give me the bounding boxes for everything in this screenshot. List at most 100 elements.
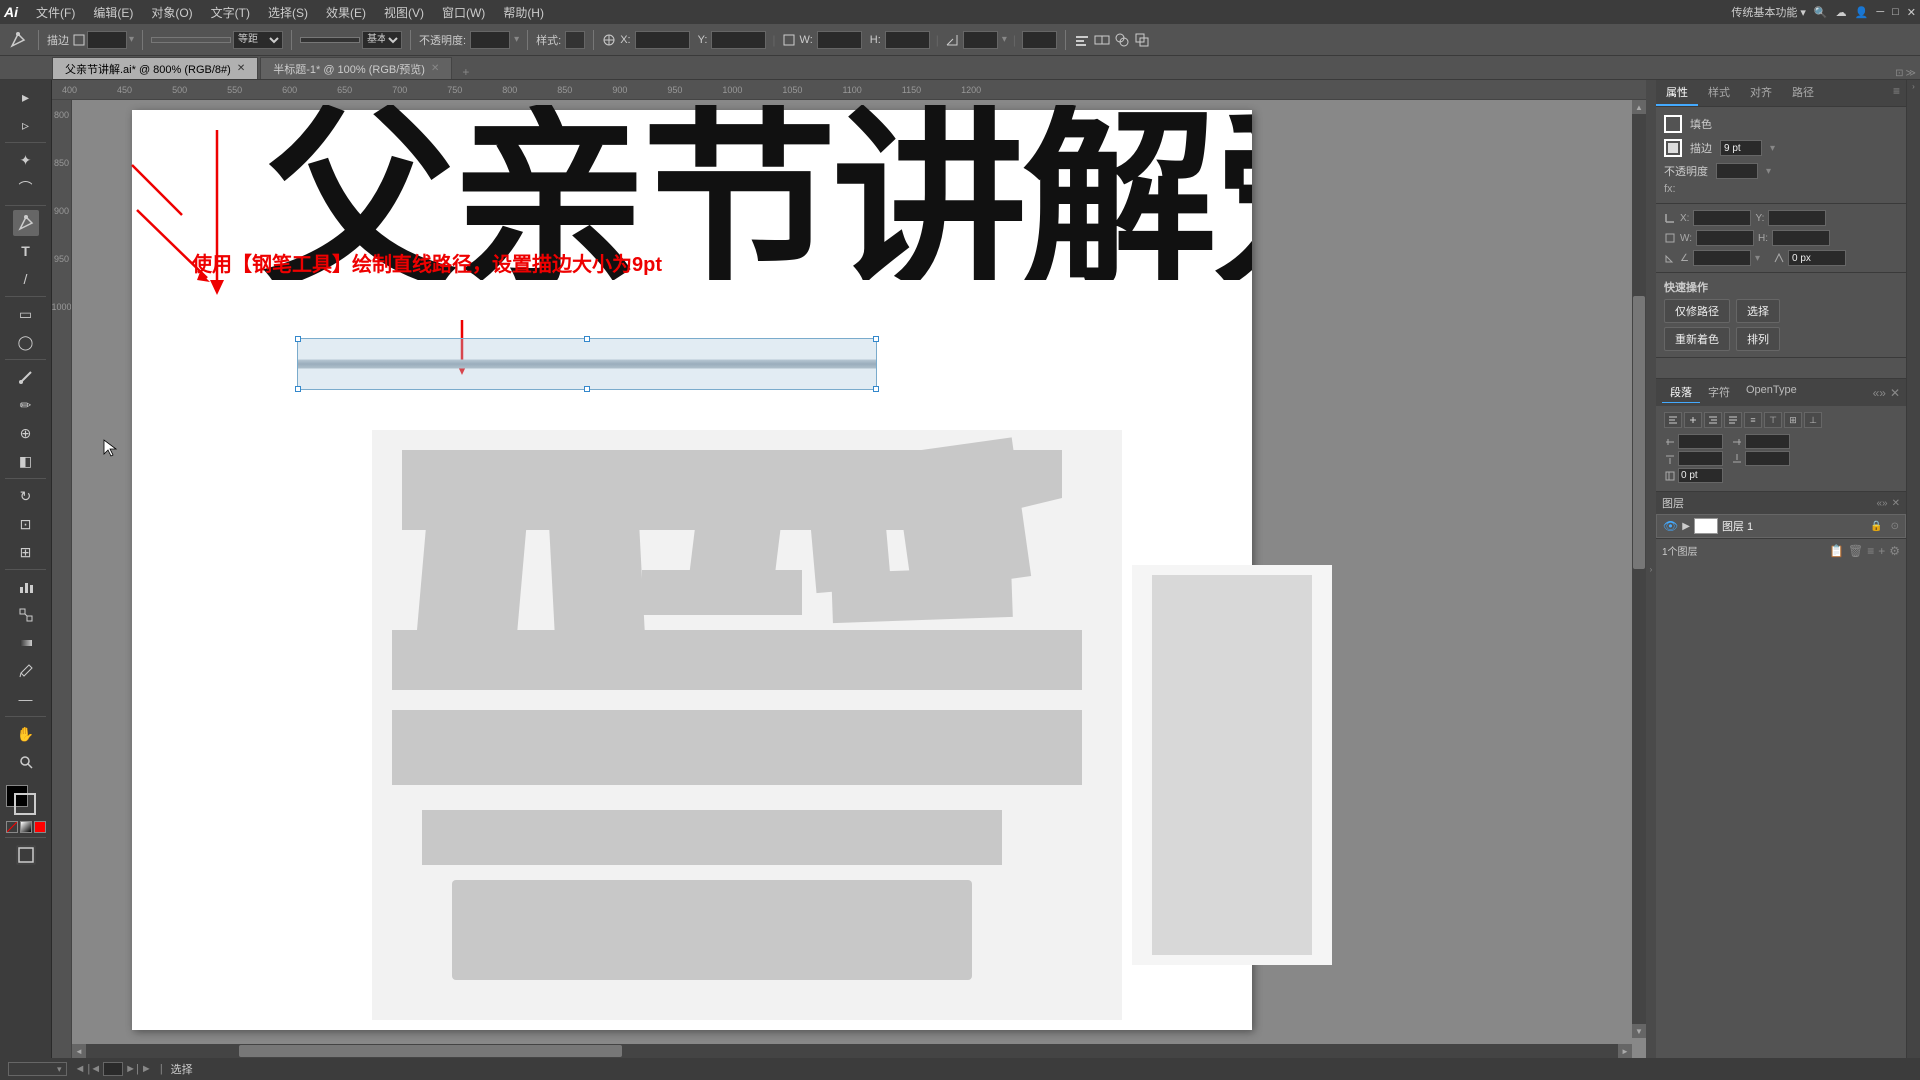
tool-ellipse[interactable]: ◯ [13, 329, 39, 355]
tool-rotate[interactable]: ↻ [13, 483, 39, 509]
far-right-collapse[interactable]: › [1912, 82, 1915, 91]
tool-direct-select[interactable]: ▹ [13, 112, 39, 138]
scroll-down-btn[interactable]: ▼ [1632, 1024, 1646, 1038]
handle-tl[interactable] [295, 336, 301, 342]
tool-brush[interactable] [13, 364, 39, 390]
layer-row[interactable]: 👁 ▶ 图层 1 🔒 ⊙ [1656, 514, 1906, 538]
tool-gradient[interactable] [13, 630, 39, 656]
tab-info[interactable]: 路径 [1782, 80, 1824, 106]
select-btn[interactable]: 选择 [1736, 299, 1780, 323]
tool-rect[interactable]: ▭ [13, 301, 39, 327]
x-coord-input[interactable]: 469.928 [1693, 210, 1751, 226]
character-tab[interactable]: 字符 [1700, 382, 1738, 403]
scroll-up-btn[interactable]: ▲ [1632, 100, 1646, 114]
panel-menu-btn[interactable]: ≡ [1887, 80, 1906, 106]
fill-indicator[interactable] [1664, 115, 1682, 133]
red-swatch[interactable] [34, 821, 46, 833]
angle-input[interactable]: 0° [963, 31, 998, 49]
page-prev-btn[interactable]: ◄ [75, 1063, 86, 1075]
x-input[interactable]: 469.928 [635, 31, 690, 49]
zoom-input[interactable]: 800% [13, 1063, 53, 1075]
tool-eyedropper[interactable] [13, 658, 39, 684]
tool-selection[interactable]: ▸ [13, 84, 39, 110]
h-input[interactable]: 0 px [885, 31, 930, 49]
align-center[interactable] [1684, 412, 1702, 428]
tool-magic-wand[interactable]: ✦ [13, 147, 39, 173]
shear-input[interactable]: 0 px [1022, 31, 1057, 49]
tab-opacity[interactable]: 对齐 [1740, 80, 1782, 106]
layer-triangle-icon[interactable]: ▶ [1682, 521, 1690, 532]
handle-bc[interactable] [584, 386, 590, 392]
layer-menu-btn[interactable]: ≡ [1867, 544, 1874, 558]
scrollbar-vertical[interactable]: ▲ ▼ [1632, 100, 1646, 1038]
tab-main[interactable]: 父亲节讲解.ai* @ 800% (RGB/8#) ✕ [52, 57, 258, 79]
style-picker[interactable] [565, 31, 585, 49]
align-justify[interactable] [1724, 412, 1742, 428]
menu-file[interactable]: 文件(F) [28, 4, 83, 21]
opentype-tab[interactable]: OpenType [1738, 382, 1805, 403]
delete-layer-btn[interactable]: 🗑 [1848, 544, 1863, 558]
tool-line[interactable]: / [13, 266, 39, 292]
angle-coord-input[interactable]: 0° [1693, 250, 1751, 266]
add-layer-btn[interactable]: 📋 [1829, 544, 1844, 558]
path-only-btn[interactable]: 仅修路径 [1664, 299, 1730, 323]
stroke-pt-input[interactable] [1720, 140, 1762, 156]
stroke-color-swatch[interactable] [14, 793, 36, 815]
scroll-left-btn[interactable]: ◄ [72, 1044, 86, 1058]
panel-expand[interactable]: ≫ [1906, 68, 1916, 79]
layer-settings[interactable]: ⚙ [1889, 544, 1900, 558]
indent-left-input[interactable]: 0 pt [1678, 434, 1723, 449]
scroll-right-btn[interactable]: ► [1618, 1044, 1632, 1058]
menu-object[interactable]: 对象(O) [143, 4, 200, 21]
menu-select[interactable]: 选择(S) [260, 4, 316, 21]
page-last-btn[interactable]: ►| [125, 1063, 139, 1075]
layer-lock-icon[interactable]: 🔒 [1870, 521, 1882, 532]
menu-type[interactable]: 文字(T) [203, 4, 258, 21]
stroke-size-input[interactable]: 9 pt [87, 31, 127, 49]
tool-zoom[interactable] [13, 749, 39, 775]
tool-eraser[interactable]: ◧ [13, 448, 39, 474]
canvas-area[interactable]: 4004505005506006507007508008509009501000… [52, 80, 1646, 1058]
shear-coord-input[interactable] [1788, 250, 1846, 266]
opacity-section-input[interactable]: 100% [1716, 163, 1758, 179]
stroke-indicator[interactable] [1664, 139, 1682, 157]
tool-measure[interactable]: — [13, 686, 39, 712]
search-icon[interactable]: 🔍 [1814, 6, 1828, 19]
layers-close-btn[interactable]: ✕ [1892, 498, 1900, 509]
page-next-btn[interactable]: ► [141, 1063, 152, 1075]
tab-main-close[interactable]: ✕ [237, 63, 245, 74]
scrollbar-horizontal[interactable]: ◄ ► [72, 1044, 1632, 1058]
align-middle[interactable]: ⊞ [1784, 412, 1802, 428]
none-swatch[interactable] [6, 821, 18, 833]
opacity-input[interactable]: 100% [470, 31, 510, 49]
handle-bl[interactable] [295, 386, 301, 392]
align-top[interactable]: ⊤ [1764, 412, 1782, 428]
stroke-type-select[interactable]: 等距 [233, 31, 283, 49]
gradient-swatch[interactable] [20, 821, 32, 833]
w-coord-input[interactable]: 95 px [1696, 230, 1754, 246]
menu-window[interactable]: 窗口(W) [434, 4, 493, 21]
new-tab-btn[interactable]: + [454, 65, 477, 79]
new-layer-btn[interactable]: + [1878, 544, 1885, 558]
window-close[interactable]: ✕ [1907, 6, 1916, 19]
tab-style[interactable]: 样式 [1698, 80, 1740, 106]
space-before-input[interactable]: 0 pt [1678, 451, 1723, 466]
layer-eye-icon[interactable]: 👁 [1663, 519, 1678, 533]
page-first-btn[interactable]: |◄ [87, 1063, 101, 1075]
w-input[interactable]: 95 px [817, 31, 862, 49]
layer-options[interactable]: ⊙ [1891, 521, 1899, 532]
first-line-input[interactable] [1678, 468, 1723, 483]
indent-right-input[interactable]: 0 pt [1745, 434, 1790, 449]
stroke-style-select[interactable]: 基本 [362, 31, 402, 49]
tool-hand[interactable]: ✋ [13, 721, 39, 747]
expand-panel-btn[interactable]: «» [1873, 386, 1886, 400]
distribute-icon[interactable] [1094, 32, 1110, 48]
y-input[interactable]: 944.375 [711, 31, 766, 49]
pathfinder-icon[interactable] [1114, 32, 1130, 48]
h-coord-input[interactable]: 0 px [1772, 230, 1830, 246]
tab-secondary[interactable]: 半标题-1* @ 100% (RGB/预览) ✕ [260, 57, 452, 79]
align-right[interactable] [1704, 412, 1722, 428]
y-coord-input[interactable]: 944.375 [1768, 210, 1826, 226]
tool-pen[interactable] [13, 210, 39, 236]
handle-tr[interactable] [873, 336, 879, 342]
